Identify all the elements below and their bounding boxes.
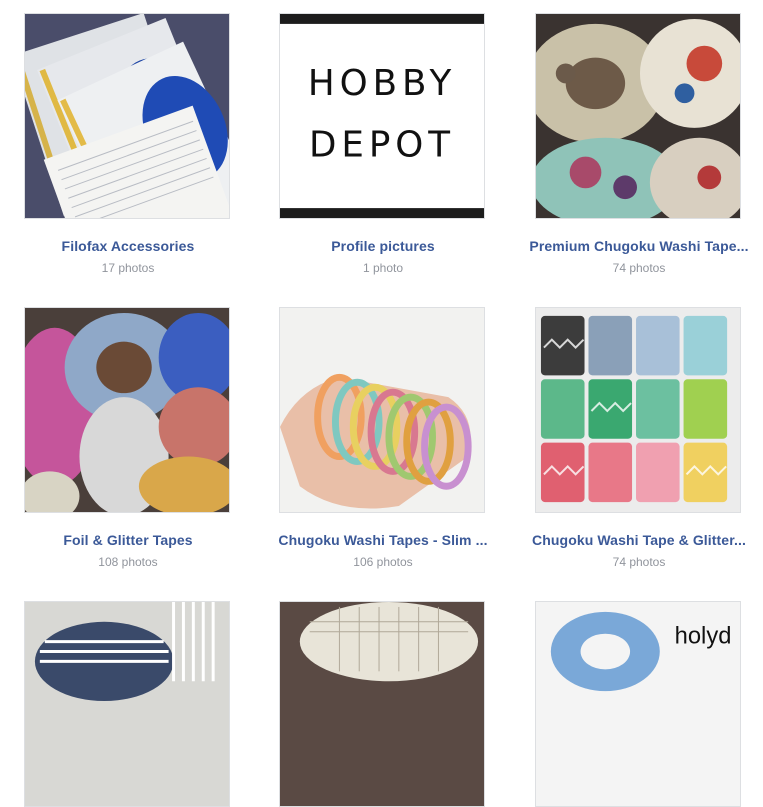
- album-photo-count: 74 photos: [612, 261, 666, 275]
- album-title[interactable]: Chugoku Washi Tapes - Slim ...: [255, 532, 511, 548]
- album-photo-count: 74 photos: [612, 555, 666, 569]
- album-title[interactable]: Filofax Accessories: [0, 238, 256, 254]
- logo-line1: HOBBY: [308, 63, 456, 104]
- album-thumbnail[interactable]: [535, 13, 741, 219]
- album-thumbnail[interactable]: [279, 307, 485, 513]
- album-thumbnail[interactable]: [24, 601, 230, 807]
- holyd-text: holyd: [675, 623, 732, 650]
- album-photo-count: 106 photos: [353, 555, 413, 569]
- washi-tape-rolls-photo: [536, 14, 740, 218]
- album-title[interactable]: Foil & Glitter Tapes: [0, 532, 256, 548]
- album-thumbnail[interactable]: HOBBY DEPOT: [279, 13, 485, 219]
- album-thumbnail[interactable]: [535, 307, 741, 513]
- album-title[interactable]: Chugoku Washi Tape & Glitter...: [519, 532, 759, 548]
- logo-line2: DEPOT: [309, 125, 455, 166]
- stacked-tapes-photo: [536, 308, 740, 512]
- slim-tapes-in-hand-photo: [280, 308, 484, 512]
- album-title[interactable]: Profile pictures: [255, 238, 511, 254]
- hobby-depot-logo: HOBBY DEPOT: [280, 14, 484, 218]
- album-title[interactable]: Premium Chugoku Washi Tape...: [519, 238, 759, 254]
- album-grid: Filofax Accessories 17 photos HOBBY DEPO…: [0, 0, 763, 807]
- album-thumbnail[interactable]: holyd: [535, 601, 741, 807]
- holyd-tapes-photo: holyd: [536, 602, 740, 806]
- album-thumbnail[interactable]: [24, 307, 230, 513]
- striped-tapes-photo: [25, 602, 229, 806]
- album-thumbnail[interactable]: [24, 13, 230, 219]
- grid-tapes-photo: [280, 602, 484, 806]
- glitter-tapes-photo: [25, 308, 229, 512]
- album-photo-count: 1 photo: [362, 261, 404, 275]
- album-thumbnail[interactable]: [279, 601, 485, 807]
- album-photo-count: 108 photos: [98, 555, 158, 569]
- album-photo-count: 17 photos: [101, 261, 155, 275]
- filofax-photo: [25, 14, 229, 218]
